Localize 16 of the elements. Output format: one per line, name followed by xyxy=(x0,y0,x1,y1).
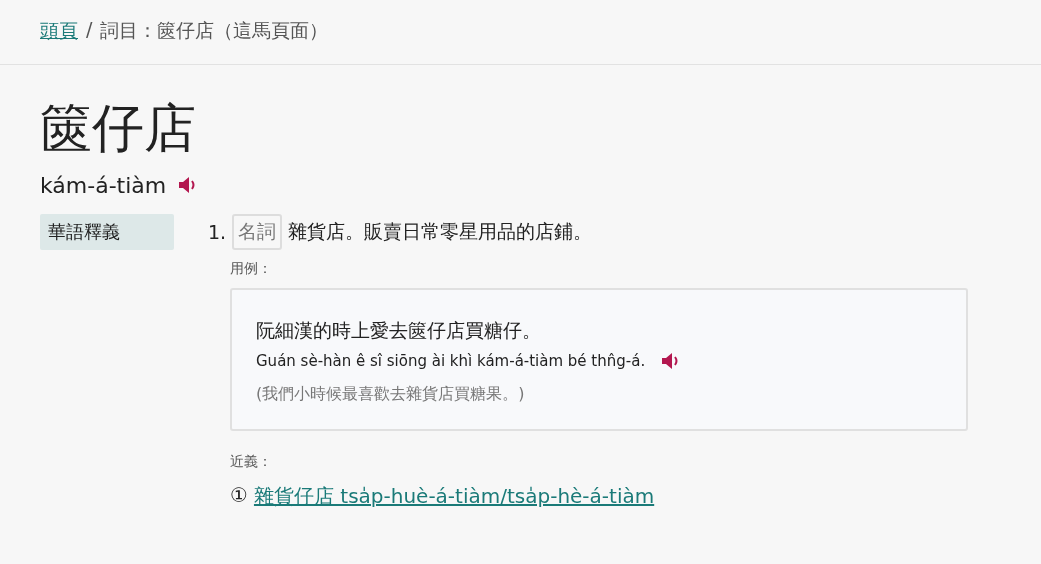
home-link[interactable]: 頭頁 xyxy=(40,18,78,64)
part-of-speech-tag: 名詞 xyxy=(232,213,283,250)
examples-label: 用例： xyxy=(230,259,273,278)
breadcrumb-separator: / xyxy=(86,18,93,42)
synonyms-label: 近義： xyxy=(230,452,273,471)
definition-number: 1. xyxy=(208,220,227,243)
example-hanji: 阮細漢的時上愛去篋仔店買糖仔。 xyxy=(256,317,542,343)
section-label: 華語釋義 xyxy=(40,213,174,250)
breadcrumb-current: 詞目：篋仔店（這馬頁面） xyxy=(100,18,329,43)
entry-romanization: kám-á-tiàm xyxy=(40,172,167,198)
definition-text: 雜貨店。販賣日常零星用品的店鋪。 xyxy=(288,218,593,244)
synonym-marker: ① xyxy=(230,482,248,509)
example-translation: (我們小時候最喜歡去雜貨店買糖果。) xyxy=(256,383,526,405)
example-romanization: Guán sè-hàn ê sî siōng ài khì kám-á-tiàm bé thn̂g-á. xyxy=(256,351,646,370)
entry-title: 篋仔店 xyxy=(40,97,197,160)
synonym-link[interactable]: 雜貨仔店 tsa̍p-huè-á-tiàm/tsa̍p-hè-á-tiàm xyxy=(253,482,655,510)
